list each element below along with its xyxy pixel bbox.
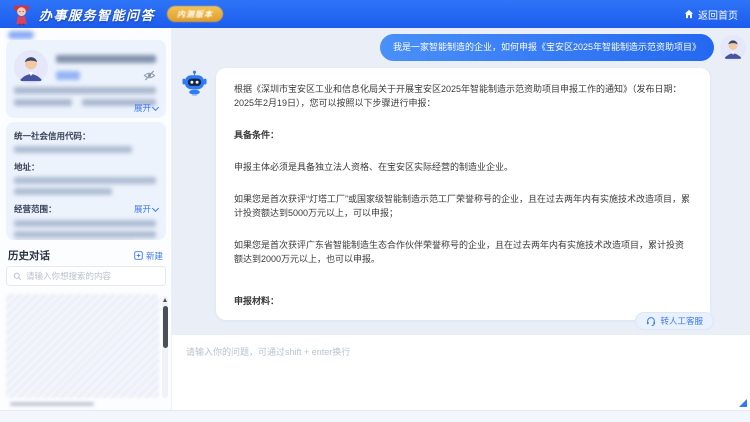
message-composer [172, 334, 750, 410]
address-value-blurred [14, 177, 156, 184]
headset-icon [647, 317, 656, 326]
home-icon [684, 9, 694, 19]
search-input[interactable] [26, 271, 159, 281]
person-icon [18, 57, 44, 82]
expand-label: 展开 [133, 103, 151, 113]
chevron-down-icon [151, 103, 160, 111]
credit-code-label: 统一社会信用代码： [14, 131, 91, 141]
company-card: 展开 [6, 40, 166, 118]
bot-paragraph: 申报主体必须是具备独立法人资格、在宝安区实际经营的制造业企业。 [234, 162, 514, 172]
history-scrollbar[interactable] [162, 296, 168, 398]
new-chat-icon [134, 251, 143, 260]
home-button[interactable]: 返回首页 [684, 7, 738, 22]
company-badge-blurred [56, 71, 80, 80]
transfer-to-agent-button[interactable]: 转人工客服 [635, 312, 714, 330]
app-header: 办事服务智能问答 内测版本 返回首页 [0, 0, 750, 28]
chevron-down-icon [151, 204, 160, 212]
scope-label: 经营范围： [14, 204, 57, 214]
sidebar-footer-blurred [10, 402, 94, 406]
history-title: 历史对话 [8, 250, 50, 262]
chat-area: 我是一家智能制造的企业，如何申报《宝安区2025年智能制造示范资助项目》 根据《… [172, 28, 750, 410]
new-chat-label: 新建 [145, 250, 163, 261]
bot-message-bubble: 根据《深圳市宝安区工业和信息化局关于开展宝安区2025年智能制造示范资助项目申报… [216, 68, 710, 320]
sidebar: 展开 统一社会信用代码： 地址： 经营范围： 展开 历史对话 新建 请输入你想搜… [0, 28, 172, 410]
credit-code-value-blurred [14, 146, 132, 153]
bot-section-heading: 具备条件： [234, 130, 280, 140]
bot-paragraph: 如果您是首次获评“灯塔工厂”或国家级智能制造示范工厂荣誉称号的企业，且在过去两年… [234, 194, 690, 218]
company-detail-blurred [14, 99, 72, 106]
user-message-bubble: 我是一家智能制造的企业，如何申报《宝安区2025年智能制造示范资助项目》 [379, 34, 714, 61]
scope-value-blurred [14, 220, 156, 227]
robot-avatar-icon [182, 70, 207, 96]
address-value-blurred [14, 188, 112, 195]
home-label: 返回首页 [698, 10, 738, 22]
bot-paragraph: 如果您是首次获评广东省智能制造生态合作伙伴荣誉称号的企业，且在过去两年内有实施技… [234, 240, 685, 264]
bottom-strip [0, 410, 750, 422]
company-name-blurred [56, 55, 156, 63]
scope-expand-link[interactable]: 展开 [133, 203, 160, 215]
resize-handle[interactable] [739, 399, 747, 407]
mascot-icon [13, 4, 30, 25]
company-expand-link[interactable]: 展开 [133, 102, 160, 114]
scope-value-blurred [14, 231, 156, 238]
user-avatar [720, 34, 746, 61]
bot-section-heading: 申报材料： [234, 296, 280, 306]
scrollbar-thumb[interactable] [162, 306, 168, 348]
company-avatar [14, 50, 48, 84]
beta-badge: 内测版本 [167, 6, 224, 22]
hide-info-icon[interactable] [143, 69, 156, 82]
sidebar-tag-blurred [8, 31, 34, 39]
new-chat-button[interactable]: 新建 [134, 250, 163, 262]
page-title: 办事服务智能问答 [39, 7, 156, 23]
scroll-up-icon[interactable] [162, 298, 167, 302]
company-detail-blurred [14, 87, 156, 94]
search-icon [13, 272, 22, 280]
transfer-label: 转人工客服 [660, 316, 703, 326]
company-info-card: 统一社会信用代码： 地址： 经营范围： 展开 [6, 122, 166, 240]
person-icon [723, 39, 743, 59]
user-message-row: 我是一家智能制造的企业，如何申报《宝安区2025年智能制造示范资助项目》 [379, 34, 746, 61]
address-label: 地址： [14, 162, 40, 172]
expand-label: 展开 [133, 204, 151, 214]
history-search [6, 266, 166, 286]
bot-message-row: 根据《深圳市宝安区工业和信息化局关于开展宝安区2025年智能制造示范资助项目申报… [182, 68, 710, 320]
message-input[interactable] [172, 335, 750, 410]
bot-paragraph: 根据《深圳市宝安区工业和信息化局关于开展宝安区2025年智能制造示范资助项目申报… [234, 84, 682, 108]
history-list-blurred[interactable] [6, 294, 159, 398]
